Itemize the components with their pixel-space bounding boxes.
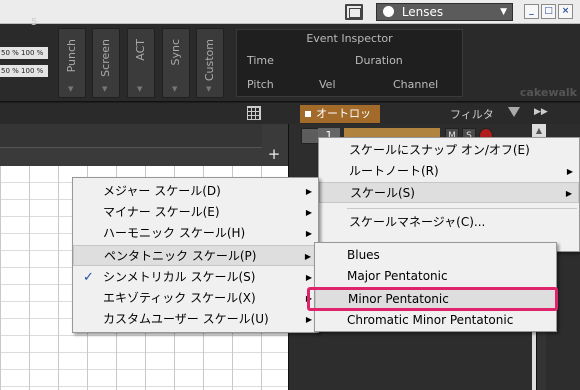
title-bar: Lenses ▼ _ □ × — [0, 0, 580, 24]
menu-item-label: ルートノート(R) — [349, 164, 439, 178]
event-inspector-title: Event Inspector — [306, 32, 393, 45]
time-field[interactable]: Time — [247, 54, 274, 67]
submenu-arrow-icon: ▶ — [566, 167, 573, 176]
menu-item-custom-user-scale[interactable]: カスタムユーザー スケール(U) ▶ — [73, 309, 318, 330]
act-module[interactable]: ACT ▼ — [127, 28, 155, 98]
menu-item-root-note[interactable]: ルートノート(R) ▶ — [319, 161, 579, 182]
submenu-arrow-icon: ▶ — [305, 208, 312, 217]
custom-label: Custom — [203, 39, 216, 82]
minimize-button[interactable]: _ — [524, 4, 539, 19]
close-button[interactable]: × — [558, 4, 573, 19]
menu-item-label: Blues — [347, 248, 380, 262]
menu-item-label: ペンタトニック スケール(P) — [104, 249, 257, 263]
track-header-row: オートロック フィルタ ▶▶ — [0, 103, 580, 138]
fullscreen-icon[interactable] — [345, 4, 363, 20]
menu-item-label: メジャー スケール(D) — [103, 184, 221, 198]
submenu-arrow-icon: ▶ — [305, 229, 312, 238]
checkmark-icon: ✓ — [83, 270, 94, 285]
toolbar: 50 % 100 % 50 % 100 % Punch ▼ Screen ▼ ACT… — [0, 24, 580, 102]
scale-submenu: メジャー スケール(D) ▶ マイナー スケール(E) ▶ ハーモニック スケー… — [72, 177, 319, 333]
menu-item-label: Chromatic Minor Pentatonic — [347, 313, 514, 327]
punch-module[interactable]: Punch ▼ — [58, 28, 86, 98]
submenu-arrow-icon: ▶ — [305, 187, 312, 196]
submenu-arrow-icon: ▶ — [305, 273, 312, 282]
highlight-callout — [307, 287, 558, 311]
menu-item-scale-manager[interactable]: スケールマネージャ(C)... — [319, 212, 579, 233]
event-inspector: Event Inspector Time Duration Pitch Vel … — [236, 29, 463, 97]
menu-item-label: スケールにスナップ オン/オフ(E) — [349, 143, 530, 157]
measure-marker: 5 — [31, 17, 38, 28]
menu-item-major-pentatonic[interactable]: Major Pentatonic — [315, 266, 556, 287]
menu-item-label: Major Pentatonic — [347, 269, 448, 283]
screen-label: Screen — [99, 39, 112, 77]
cakewalk-logo: cakewalk — [519, 86, 577, 99]
sync-module[interactable]: Sync ▼ — [162, 28, 190, 98]
menu-item-label: スケール(S) — [350, 186, 415, 200]
time-ruler[interactable] — [0, 124, 262, 148]
screen-module[interactable]: Screen ▼ — [92, 28, 120, 98]
menu-item-label: カスタムユーザー スケール(U) — [103, 312, 269, 326]
channel-field[interactable]: Channel — [393, 78, 438, 91]
mini-readout: 50 % 100 % — [0, 47, 48, 59]
submenu-arrow-icon: ▶ — [565, 189, 572, 198]
menu-item-label: シンメトリカル スケール(S) — [103, 270, 256, 284]
menu-item-harmonic-scale[interactable]: ハーモニック スケール(H) ▶ — [73, 223, 318, 244]
menu-item-scale[interactable]: スケール(S) ▶ — [319, 182, 579, 203]
lenses-dropdown[interactable]: Lenses ▼ — [376, 3, 513, 21]
next-arrows-icon[interactable]: ▶▶ — [534, 107, 548, 117]
duration-field[interactable]: Duration — [355, 54, 403, 67]
chevron-down-icon: ▼ — [172, 85, 178, 93]
act-label: ACT — [134, 39, 147, 61]
menu-item-snap-to-scale[interactable]: スケールにスナップ オン/オフ(E) — [319, 140, 579, 161]
chevron-down-icon: ▼ — [500, 7, 507, 17]
submenu-arrow-icon: ▶ — [304, 252, 311, 261]
menu-item-minor-scale[interactable]: マイナー スケール(E) ▶ — [73, 202, 318, 223]
lenses-icon — [383, 6, 394, 17]
filter-label: フィルタ — [450, 108, 494, 121]
chevron-down-icon: ▼ — [68, 85, 74, 93]
menu-item-symmetrical-scale[interactable]: ✓ シンメトリカル スケール(S) ▶ — [73, 267, 318, 288]
pitch-field[interactable]: Pitch — [247, 78, 274, 91]
sync-label: Sync — [169, 39, 182, 66]
chevron-down-icon: ▼ — [137, 85, 143, 93]
menu-item-blues[interactable]: Blues — [315, 245, 556, 266]
menu-item-exotic-scale[interactable]: エキゾティック スケール(X) ▶ — [73, 288, 318, 309]
punch-label: Punch — [65, 39, 78, 73]
menu-item-label: ハーモニック スケール(H) — [103, 226, 246, 240]
lenses-label: Lenses — [401, 5, 444, 19]
grid-icon[interactable] — [247, 106, 261, 120]
timeline — [0, 124, 288, 166]
context-menu: スケールにスナップ オン/オフ(E) ルートノート(R) ▶ スケール(S) ▶… — [318, 137, 580, 252]
chevron-down-icon: ▼ — [206, 85, 212, 93]
menu-item-label: エキゾティック スケール(X) — [103, 291, 256, 305]
submenu-arrow-icon: ▶ — [305, 315, 312, 324]
autolock-button[interactable]: オートロック — [300, 105, 380, 138]
mini-readout: 50 % 100 % — [0, 65, 48, 77]
menu-item-major-scale[interactable]: メジャー スケール(D) ▶ — [73, 181, 318, 202]
menu-divider — [347, 208, 577, 209]
custom-module[interactable]: Custom ▼ — [196, 28, 224, 98]
menu-item-label: スケールマネージャ(C)... — [349, 215, 486, 229]
add-button[interactable]: + — [266, 147, 282, 163]
velocity-field[interactable]: Vel — [319, 78, 336, 91]
chevron-down-icon: ▼ — [102, 85, 108, 93]
filter-icon[interactable] — [508, 107, 520, 117]
menu-item-label: マイナー スケール(E) — [103, 205, 220, 219]
menu-item-chromatic-minor-pentatonic[interactable]: Chromatic Minor Pentatonic — [315, 310, 556, 331]
pencil-icon[interactable] — [301, 128, 319, 144]
menu-item-pentatonic-scale[interactable]: ペンタトニック スケール(P) ▶ — [73, 245, 318, 266]
maximize-button[interactable]: □ — [541, 4, 556, 19]
